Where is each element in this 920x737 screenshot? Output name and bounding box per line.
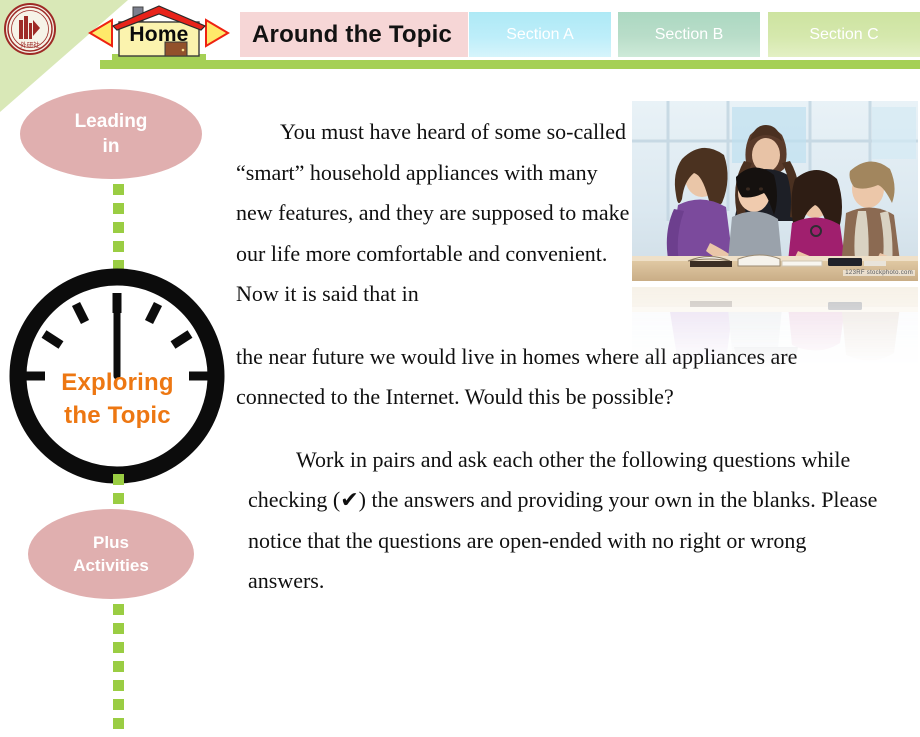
publisher-seal-icon: 外研社 — [4, 3, 56, 55]
sidebar-item-leading-in[interactable]: Leading in — [20, 89, 202, 179]
photo-credit: 123RF stockphoto.com — [843, 270, 915, 276]
paragraph-3: Work in pairs and ask each other the fol… — [248, 446, 878, 594]
tab-section-a[interactable]: Section A — [469, 12, 611, 57]
connector-dots-upper — [113, 184, 124, 279]
tab-section-a-label: Section A — [506, 25, 574, 43]
sidebar-item-plus-line1: Plus — [93, 533, 129, 552]
photo-image: 123RF stockphoto.com — [632, 101, 918, 281]
left-triangle-arrow-icon — [88, 18, 113, 48]
tab-section-b-label: Section B — [654, 25, 724, 43]
tab-section-b[interactable]: Section B — [618, 12, 760, 57]
tab-section-c-label: Section C — [809, 25, 879, 43]
sidebar-item-plus-activities[interactable]: Plus Activities — [28, 509, 194, 599]
paragraph-1: You must have heard of some so-called “s… — [236, 119, 630, 306]
svg-text:外研社: 外研社 — [20, 40, 40, 49]
sidebar-item-leading-in-line2: in — [102, 136, 120, 157]
right-triangle-arrow-icon — [205, 18, 230, 48]
sidebar-item-leading-in-line1: Leading — [74, 111, 148, 132]
clock-icon[interactable] — [0, 268, 235, 484]
photo-reflection — [632, 287, 918, 379]
sidebar-item-plus-line2: Activities — [73, 556, 149, 575]
connector-dots-lower — [113, 604, 124, 737]
tab-section-c[interactable]: Section C — [768, 12, 920, 57]
sidebar-navigation: Leading in Exploring the Topic Plus Acti… — [0, 72, 235, 729]
students-studying-photo: 123RF stockphoto.com — [632, 101, 918, 381]
page-title-text: Around the Topic — [252, 20, 453, 48]
home-button[interactable] — [86, 2, 232, 64]
page-title: Around the Topic — [240, 12, 468, 57]
